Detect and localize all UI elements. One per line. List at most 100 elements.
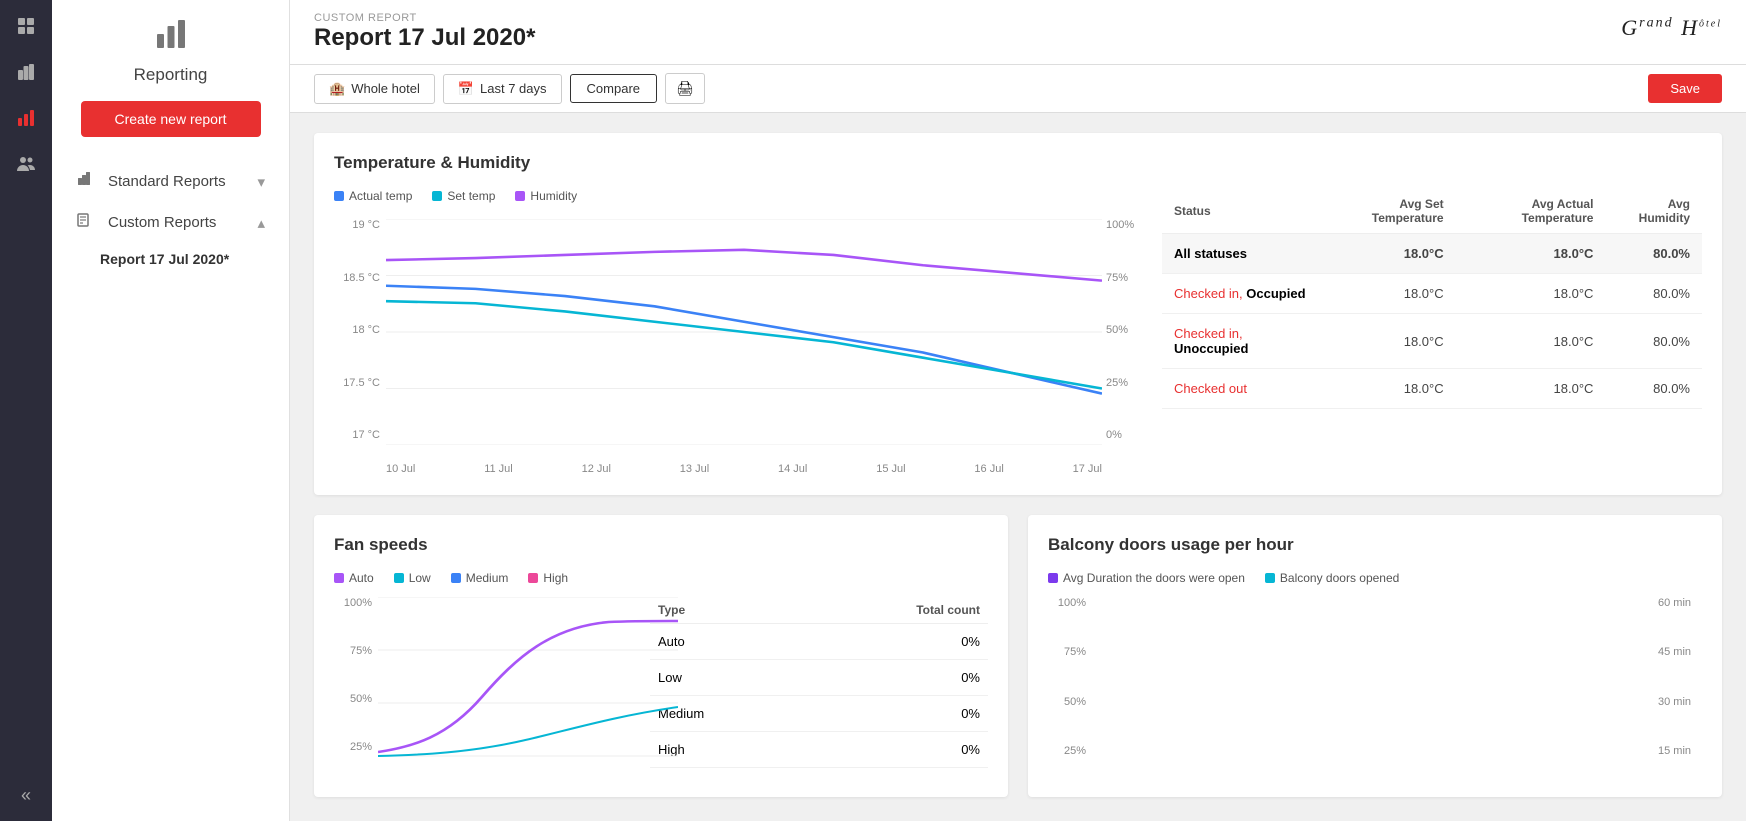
y-label-2: 18.5 °C [334, 272, 386, 284]
sidebar-title: Reporting [134, 65, 208, 85]
status-cell: All statuses [1162, 234, 1320, 274]
toolbar: 🏨 Whole hotel 📅 Last 7 days Compare 🖨 Sa… [290, 65, 1746, 113]
col-status: Status [1162, 189, 1320, 234]
legend-doors-opened: Balcony doors opened [1265, 571, 1399, 585]
fan-row-medium: Medium 0% [650, 696, 988, 732]
create-report-button[interactable]: Create new report [81, 101, 261, 137]
temp-chart-area: Actual temp Set temp Humidity [334, 189, 1142, 475]
y-axis-left: 19 °C 18.5 °C 18 °C 17.5 °C 17 °C [334, 215, 386, 445]
custom-reports-icon [76, 212, 92, 233]
humidity-cell: 80.0% [1605, 314, 1702, 369]
fan-table-area: Type Total count Auto 0% Low [650, 597, 988, 777]
col-avg-humidity: Avg Humidity [1605, 189, 1702, 234]
dashboard-icon[interactable] [12, 58, 40, 86]
chart-inner [386, 219, 1102, 445]
report-meta: CUSTOM REPORT Report 17 Jul 2020* [314, 12, 535, 52]
expand-left-icon[interactable]: « [12, 781, 40, 809]
standard-reports-icon [76, 171, 92, 192]
printer-icon: 🖨 [676, 80, 694, 96]
temp-table-area: Status Avg Set Temperature Avg Actual Te… [1162, 189, 1702, 475]
actual-temp-cell: 18.0°C [1456, 314, 1606, 369]
hotel-logo: Grand Hôtel [1621, 15, 1722, 49]
set-temp-cell: 18.0°C [1320, 314, 1455, 369]
low-dot [394, 573, 404, 583]
medium-label: Medium [466, 571, 509, 585]
reports-icon[interactable] [12, 104, 40, 132]
balcony-title: Balcony doors usage per hour [1048, 535, 1702, 555]
fan-count-low: 0% [798, 660, 988, 696]
y-label-r1: 100% [1102, 219, 1142, 231]
balcony-y-left: 100% 75% 50% 25% [1048, 597, 1092, 757]
doors-opened-label: Balcony doors opened [1280, 571, 1399, 585]
fan-data-table: Type Total count Auto 0% Low [650, 597, 988, 768]
y-axis-right: 100% 75% 50% 25% 0% [1102, 215, 1142, 445]
avg-dur-dot [1048, 573, 1058, 583]
actual-temp-label: Actual temp [349, 189, 412, 203]
temp-humidity-title: Temperature & Humidity [334, 153, 1702, 173]
y-label-r2: 75% [1102, 272, 1142, 284]
set-temp-label: Set temp [447, 189, 495, 203]
auto-dot [334, 573, 344, 583]
status-cell: Checked in, Occupied [1162, 274, 1320, 314]
balcony-y-right: 60 min 45 min 30 min 15 min [1654, 597, 1702, 757]
avg-dur-label: Avg Duration the doors were open [1063, 571, 1245, 585]
date-range-button[interactable]: 📅 Last 7 days [443, 74, 562, 104]
people-icon[interactable] [12, 150, 40, 178]
balcony-legend: Avg Duration the doors were open Balcony… [1048, 571, 1702, 585]
humidity-cell: 80.0% [1605, 274, 1702, 314]
main-content: CUSTOM REPORT Report 17 Jul 2020* Grand … [290, 0, 1746, 821]
grid-icon[interactable] [12, 12, 40, 40]
hotel-icon: 🏨 [329, 81, 345, 97]
high-dot [528, 573, 538, 583]
sidebar-active-report[interactable]: Report 17 Jul 2020* [64, 243, 277, 275]
actual-temp-dot [334, 191, 344, 201]
page-header: CUSTOM REPORT Report 17 Jul 2020* Grand … [290, 0, 1746, 65]
set-temp-cell: 18.0°C [1320, 369, 1455, 409]
status-cell: Checked out [1162, 369, 1320, 409]
fan-row-auto: Auto 0% [650, 624, 988, 660]
table-row: Checked in, Unoccupied 18.0°C 18.0°C 80.… [1162, 314, 1702, 369]
fan-legend: Auto Low Medium High [334, 571, 988, 585]
temp-humidity-content: Actual temp Set temp Humidity [334, 189, 1702, 475]
fan-row-low: Low 0% [650, 660, 988, 696]
sidebar-item-standard-reports[interactable]: Standard Reports ▾ [64, 161, 277, 202]
set-temp-cell: 18.0°C [1320, 274, 1455, 314]
standard-reports-label: Standard Reports [108, 173, 226, 190]
actual-temp-cell: 18.0°C [1456, 369, 1606, 409]
fan-curve: 100% 75% 50% 25% [334, 597, 634, 777]
y-label-3: 18 °C [334, 324, 386, 336]
content-area: Temperature & Humidity Actual temp Set t… [290, 113, 1746, 821]
fan-chart-left: 100% 75% 50% 25% [334, 597, 634, 777]
sidebar-item-custom-reports[interactable]: Custom Reports ▴ [64, 202, 277, 243]
icon-bar: « [0, 0, 52, 821]
fan-count-high: 0% [798, 732, 988, 768]
balcony-doors-card: Balcony doors usage per hour Avg Duratio… [1028, 515, 1722, 797]
col-avg-actual: Avg Actual Temperature [1456, 189, 1606, 234]
legend-avg-duration: Avg Duration the doors were open [1048, 571, 1245, 585]
fan-speeds-title: Fan speeds [334, 535, 988, 555]
fan-row-high: High 0% [650, 732, 988, 768]
standard-reports-chevron: ▾ [257, 173, 265, 191]
legend-low: Low [394, 571, 431, 585]
report-label: CUSTOM REPORT [314, 12, 535, 24]
temp-data-table: Status Avg Set Temperature Avg Actual Te… [1162, 189, 1702, 409]
y-label-r5: 0% [1102, 429, 1142, 441]
status-cell: Checked in, Unoccupied [1162, 314, 1320, 369]
temp-chart: 19 °C 18.5 °C 18 °C 17.5 °C 17 °C 100% 7… [334, 215, 1142, 475]
fan-count-auto: 0% [798, 624, 988, 660]
y-label-r3: 50% [1102, 324, 1142, 336]
compare-button[interactable]: Compare [570, 74, 657, 103]
temp-humidity-card: Temperature & Humidity Actual temp Set t… [314, 133, 1722, 495]
set-temp-dot [432, 191, 442, 201]
whole-hotel-label: Whole hotel [351, 81, 420, 96]
low-label: Low [409, 571, 431, 585]
table-row: Checked out 18.0°C 18.0°C 80.0% [1162, 369, 1702, 409]
legend-medium: Medium [451, 571, 509, 585]
whole-hotel-button[interactable]: 🏨 Whole hotel [314, 74, 435, 104]
medium-dot [451, 573, 461, 583]
temp-legend: Actual temp Set temp Humidity [334, 189, 1142, 203]
save-button[interactable]: Save [1648, 74, 1722, 103]
print-button[interactable]: 🖨 [665, 73, 705, 104]
sidebar: Reporting Create new report Standard Rep… [52, 0, 290, 821]
y-label-5: 17 °C [334, 429, 386, 441]
